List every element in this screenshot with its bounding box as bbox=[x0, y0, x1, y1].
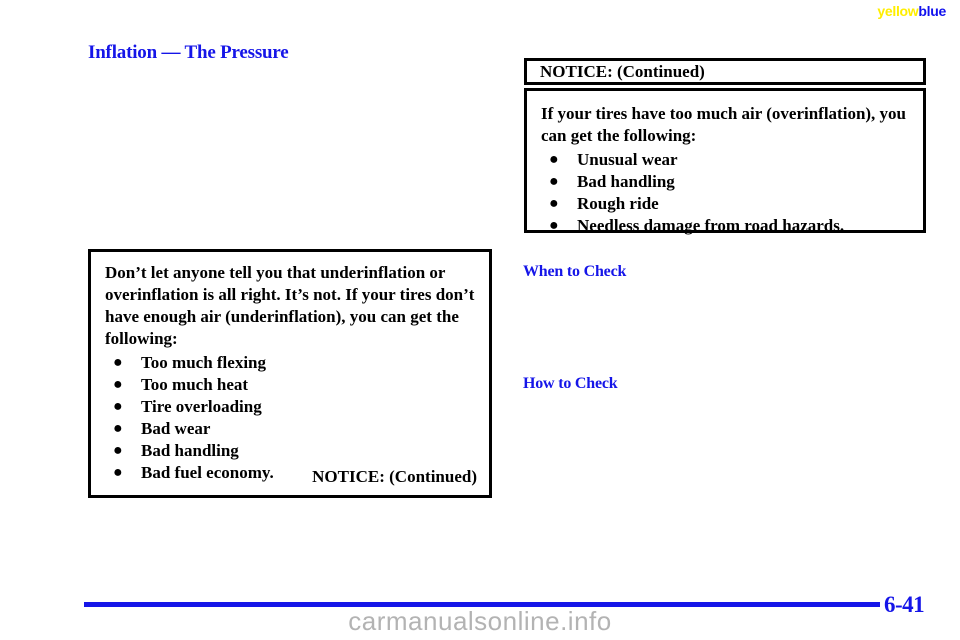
bullet-icon: ● bbox=[113, 398, 123, 415]
list-item-label: Tire overloading bbox=[141, 397, 262, 416]
list-item: ● Too much heat bbox=[105, 374, 475, 396]
bullet-icon: ● bbox=[113, 442, 123, 459]
notice-header-continued: NOTICE: (Continued) bbox=[524, 58, 926, 85]
notice-title-label: NOTICE: (Continued) bbox=[540, 61, 705, 81]
list-item-label: Needless damage from road hazards. bbox=[577, 216, 845, 235]
list-item-label: Bad fuel economy. bbox=[141, 463, 274, 482]
list-item-label: Too much heat bbox=[141, 375, 249, 394]
bullet-icon: ● bbox=[113, 354, 123, 371]
list-item: ● Tire overloading bbox=[105, 396, 475, 418]
list-item: ● Too much flexing bbox=[105, 352, 475, 374]
list-item-label: Bad wear bbox=[141, 419, 211, 438]
notice-right-bullet-list: ● Unusual wear ● Bad handling ● Rough ride … bbox=[541, 149, 909, 237]
notice-left-paragraph: Don’t let anyone tell you that underinfl… bbox=[105, 263, 475, 348]
bullet-icon: ● bbox=[549, 173, 559, 190]
page-title: Inflation — The Pressure bbox=[88, 42, 289, 63]
list-item: ● Bad handling bbox=[541, 171, 909, 193]
notice-box-overinflation: If your tires have too much air (overinf… bbox=[524, 88, 926, 235]
list-item: ● Rough ride bbox=[541, 193, 909, 215]
list-item-label: Rough ride bbox=[577, 194, 659, 213]
list-item: ● Bad wear bbox=[105, 418, 475, 440]
site-watermark-top: yellowblue bbox=[877, 4, 946, 18]
list-item-label: Bad handling bbox=[577, 172, 675, 191]
list-item: ● Needless damage from road hazards. bbox=[541, 215, 909, 237]
bullet-icon: ● bbox=[113, 420, 123, 437]
notice-continued-label: NOTICE: (Continued) bbox=[312, 467, 477, 486]
notice-right-paragraph: If your tires have too much air (overinf… bbox=[541, 104, 907, 145]
watermark-yellow-text: yellow bbox=[877, 3, 919, 19]
list-item: ● Unusual wear bbox=[541, 149, 909, 171]
watermark-blue-text: blue bbox=[918, 3, 946, 19]
bullet-icon: ● bbox=[549, 217, 559, 234]
bullet-icon: ● bbox=[549, 151, 559, 168]
list-item-label: Unusual wear bbox=[577, 150, 678, 169]
section-heading-when-to-check: When to Check bbox=[523, 263, 627, 280]
manual-page: yellowblue Inflation — The Pressure Don’… bbox=[0, 0, 960, 640]
bullet-icon: ● bbox=[549, 195, 559, 212]
list-item-label: Bad handling bbox=[141, 441, 239, 460]
notice-box-underinflation: Don’t let anyone tell you that underinfl… bbox=[88, 249, 492, 498]
section-heading-how-to-check: How to Check bbox=[523, 375, 618, 392]
site-watermark-bottom: carmanualsonline.info bbox=[348, 606, 612, 636]
list-item: ● Bad handling bbox=[105, 440, 475, 462]
list-item-label: Too much flexing bbox=[141, 353, 267, 372]
bullet-icon: ● bbox=[113, 464, 123, 481]
notice-left-bullet-list: ● Too much flexing ● Too much heat ● Tire o… bbox=[105, 352, 475, 484]
bullet-icon: ● bbox=[113, 376, 123, 393]
